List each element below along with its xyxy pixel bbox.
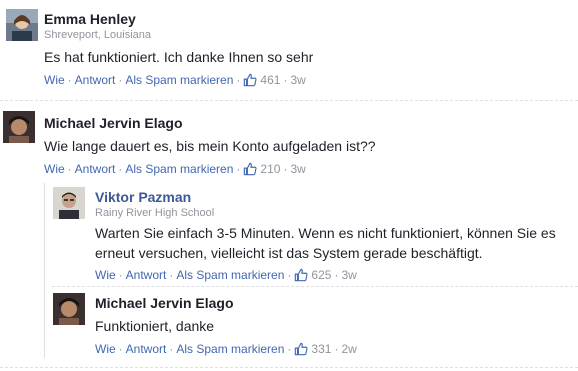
like-link[interactable]: Wie xyxy=(95,268,116,282)
separator: · xyxy=(236,162,241,176)
avatar[interactable] xyxy=(53,293,85,325)
like-link[interactable]: Wie xyxy=(44,73,65,87)
mark-spam-link[interactable]: Als Spam markieren xyxy=(125,162,233,176)
separator: · xyxy=(287,342,292,356)
comment-divider xyxy=(0,367,578,368)
author-name[interactable]: Michael Jervin Elago xyxy=(44,115,183,131)
mark-spam-link[interactable]: Als Spam markieren xyxy=(125,73,233,87)
thumbs-up-icon[interactable] xyxy=(243,73,257,87)
reply-viktor-pazman: Viktor Pazman Rainy River High School Wa… xyxy=(45,183,578,283)
comment-michael-jervin-elago: Michael Jervin Elago Wie lange dauert es… xyxy=(0,101,578,371)
avatar[interactable] xyxy=(6,9,38,41)
separator: · xyxy=(287,268,292,282)
like-count: 331 xyxy=(311,342,332,356)
separator: · xyxy=(67,73,72,87)
author-name[interactable]: Michael Jervin Elago xyxy=(95,295,234,311)
author-name[interactable]: Emma Henley xyxy=(44,11,136,27)
comment-actions: Wie · Antwort · Als Spam markieren · 210… xyxy=(44,162,306,176)
separator: · xyxy=(236,73,241,87)
thumbs-up-icon[interactable] xyxy=(243,162,257,176)
comment-text: Es hat funktioniert. Ich danke Ihnen so … xyxy=(44,49,314,65)
comment-time[interactable]: 3w xyxy=(290,162,305,176)
comment-text: Funktioniert, danke xyxy=(95,318,215,334)
avatar[interactable] xyxy=(53,187,85,219)
separator: · xyxy=(169,342,174,356)
author-location: Shreveport, Louisiana xyxy=(44,29,152,41)
reply-michael-jervin-elago: Michael Jervin Elago Funktioniert, danke… xyxy=(45,287,578,367)
reply-link[interactable]: Antwort xyxy=(126,268,167,282)
reply-link[interactable]: Antwort xyxy=(75,162,116,176)
separator: · xyxy=(118,342,123,356)
separator: · xyxy=(169,268,174,282)
comment-time[interactable]: 2w xyxy=(341,342,356,356)
comment-time[interactable]: 3w xyxy=(341,268,356,282)
author-name[interactable]: Viktor Pazman xyxy=(95,189,191,205)
comment-actions: Wie · Antwort · Als Spam markieren · 331… xyxy=(95,342,357,356)
comment-text: Warten Sie einfach 3-5 Minuten. Wenn es … xyxy=(95,225,556,261)
like-link[interactable]: Wie xyxy=(95,342,116,356)
separator: · xyxy=(334,268,339,282)
separator: · xyxy=(118,162,123,176)
avatar[interactable] xyxy=(3,111,35,143)
separator: · xyxy=(334,342,339,356)
like-count: 625 xyxy=(311,268,332,282)
reply-link[interactable]: Antwort xyxy=(126,342,167,356)
mark-spam-link[interactable]: Als Spam markieren xyxy=(176,268,284,282)
mark-spam-link[interactable]: Als Spam markieren xyxy=(176,342,284,356)
comment-emma-henley: Emma Henley Shreveport, Louisiana Es hat… xyxy=(0,0,578,95)
separator: · xyxy=(118,268,123,282)
thumbs-up-icon[interactable] xyxy=(294,268,308,282)
comment-text: Wie lange dauert es, bis mein Konto aufg… xyxy=(44,138,376,154)
separator: · xyxy=(283,73,288,87)
comment-actions: Wie · Antwort · Als Spam markieren · 625… xyxy=(95,268,357,282)
like-count: 461 xyxy=(260,73,281,87)
author-school: Rainy River High School xyxy=(95,207,215,219)
separator: · xyxy=(118,73,123,87)
separator: · xyxy=(283,162,288,176)
like-link[interactable]: Wie xyxy=(44,162,65,176)
reply-link[interactable]: Antwort xyxy=(75,73,116,87)
comment-time[interactable]: 3w xyxy=(290,73,305,87)
separator: · xyxy=(67,162,72,176)
comment-actions: Wie · Antwort · Als Spam markieren · 461… xyxy=(44,73,306,87)
like-count: 210 xyxy=(260,162,281,176)
thumbs-up-icon[interactable] xyxy=(294,342,308,356)
